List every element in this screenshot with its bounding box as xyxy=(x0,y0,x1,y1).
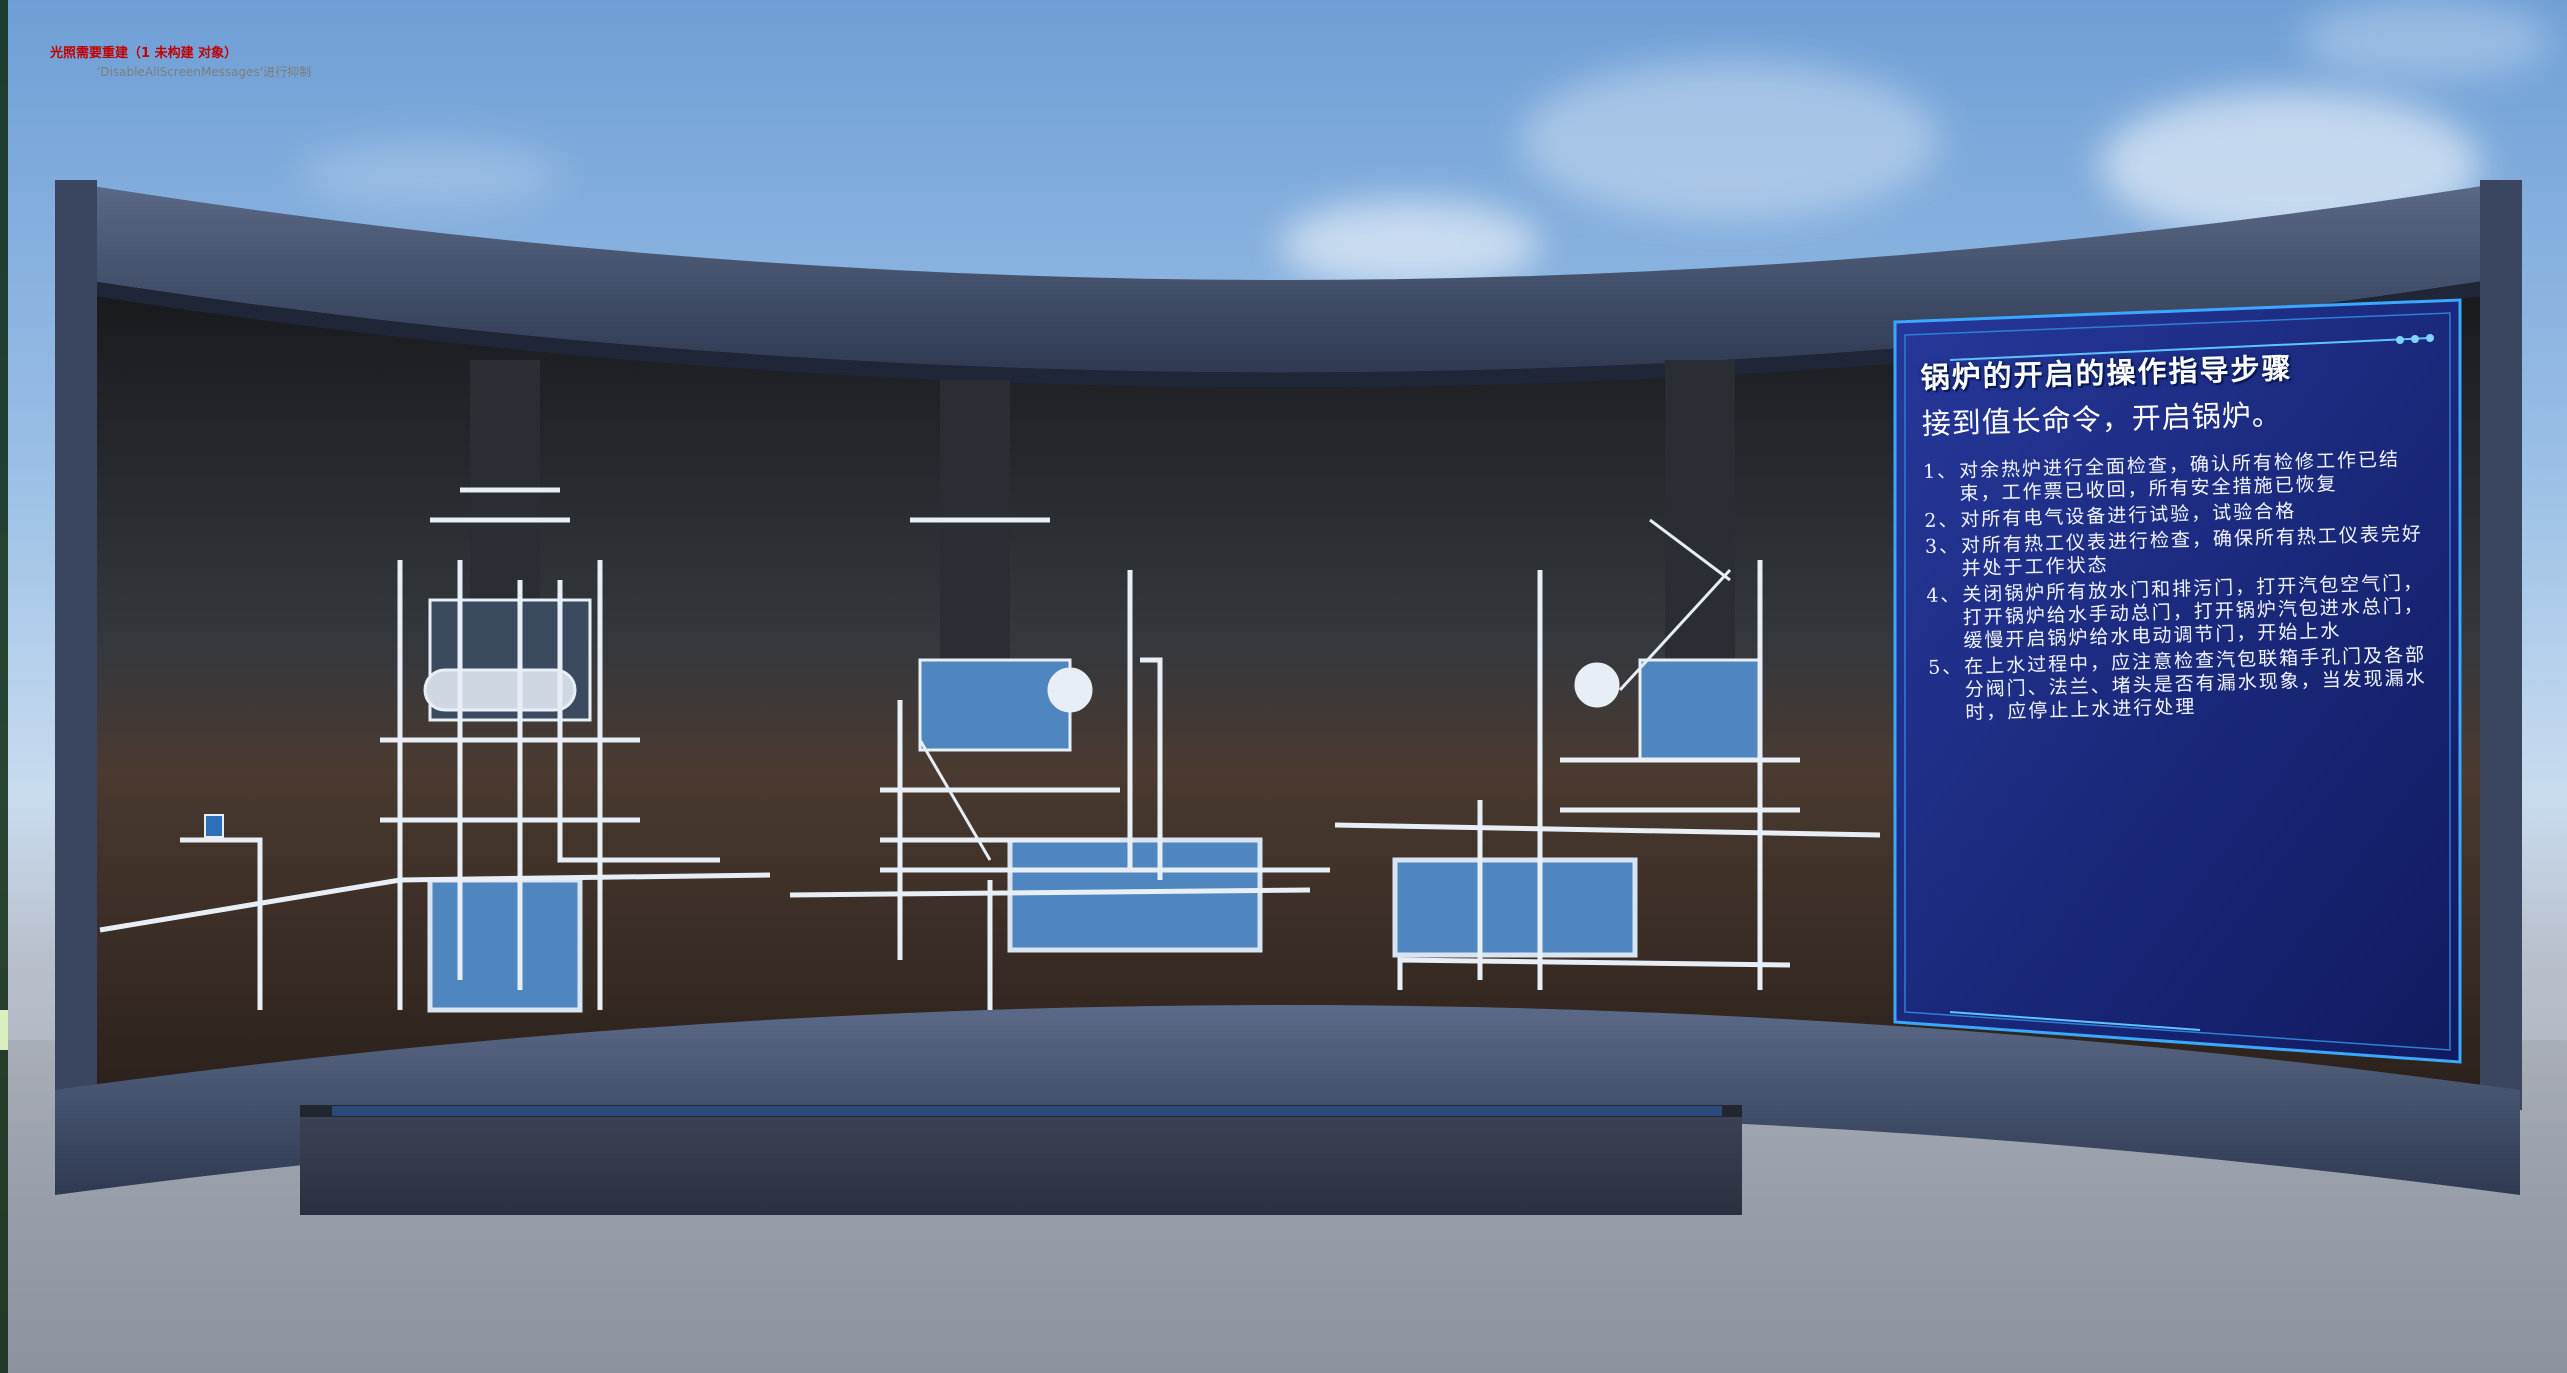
front-base xyxy=(300,1110,1742,1215)
step-number: 1、 xyxy=(1922,460,1959,483)
right-frame xyxy=(2480,180,2522,1110)
step-number: 4、 xyxy=(1926,584,1962,607)
guide-step: 4、 关闭锅炉所有放水门和排污门，打开汽包空气门，打开锅炉给水手动总门，打开锅炉… xyxy=(1926,572,2433,654)
guide-panel: 锅炉的开启的操作指导步骤 接到值长命令，开启锅炉。 1、 对余热炉进行全面检查，… xyxy=(1920,342,2442,995)
step-text: 在上水过程中，应注意检查汽包联箱手孔门及各部分阀门、法兰、堵头是否有漏水现象，当… xyxy=(1963,643,2427,724)
left-frame xyxy=(55,180,97,1110)
guide-steps-list: 1、 对余热炉进行全面检查，确认所有检修工作已结束，工作票已收回，所有安全措施已… xyxy=(1923,448,2435,726)
suppress-messages-hint: 'DisableAllScreenMessages'进行抑制 xyxy=(97,65,312,79)
step-number: 2、 xyxy=(1924,509,1960,532)
step-text: 对所有热工仪表进行检查，确保所有热工仪表完好并处于工作状态 xyxy=(1960,522,2424,580)
step-number: 3、 xyxy=(1924,535,1961,558)
water-trough xyxy=(332,1106,1722,1116)
step-number: 5、 xyxy=(1927,655,1964,679)
guide-panel-subtitle: 接到值长命令，开启锅炉。 xyxy=(1921,397,2283,441)
game-viewport[interactable]: 光照需要重建（1 未构建 对象） 'DisableAllScreenMessag… xyxy=(0,0,2567,1373)
guide-step: 5、 在上水过程中，应注意检查汽包联箱手孔门及各部分阀门、法兰、堵头是否有漏水现… xyxy=(1928,644,2435,726)
step-text: 关闭锅炉所有放水门和排污门，打开汽包空气门，打开锅炉给水手动总门，打开锅炉汽包进… xyxy=(1962,571,2426,652)
lighting-rebuild-warning: 光照需要重建（1 未构建 对象） xyxy=(50,46,238,61)
step-text: 对余热炉进行全面检查，确认所有检修工作已结束，工作票已收回，所有安全措施已恢复 xyxy=(1958,448,2401,506)
